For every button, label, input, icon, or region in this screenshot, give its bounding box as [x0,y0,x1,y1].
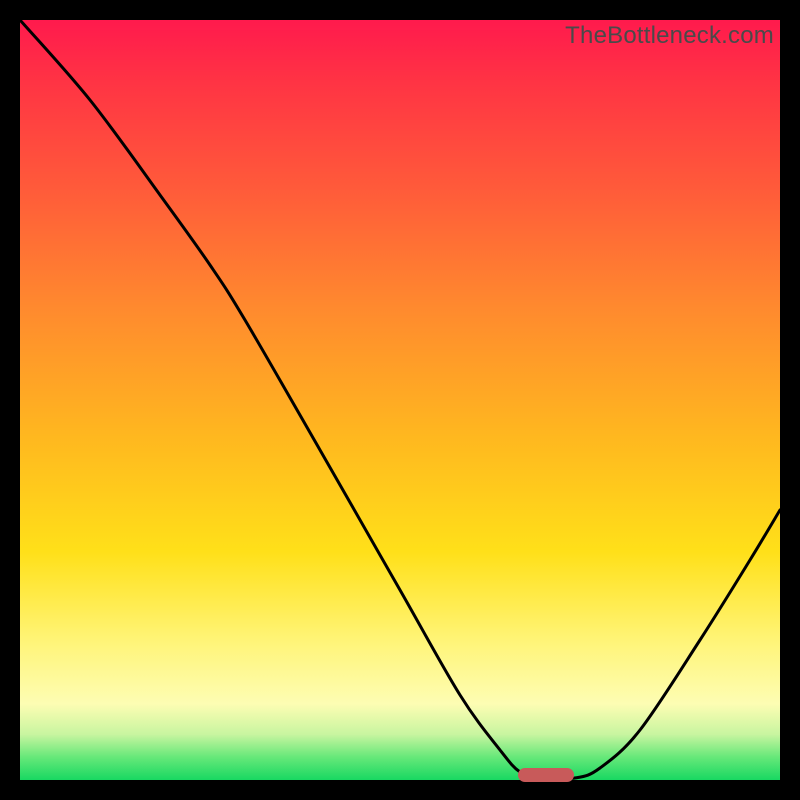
chart-frame: TheBottleneck.com [20,20,780,780]
bottleneck-curve [20,20,780,780]
optimal-range-marker [518,768,574,782]
curve-path [20,20,780,779]
